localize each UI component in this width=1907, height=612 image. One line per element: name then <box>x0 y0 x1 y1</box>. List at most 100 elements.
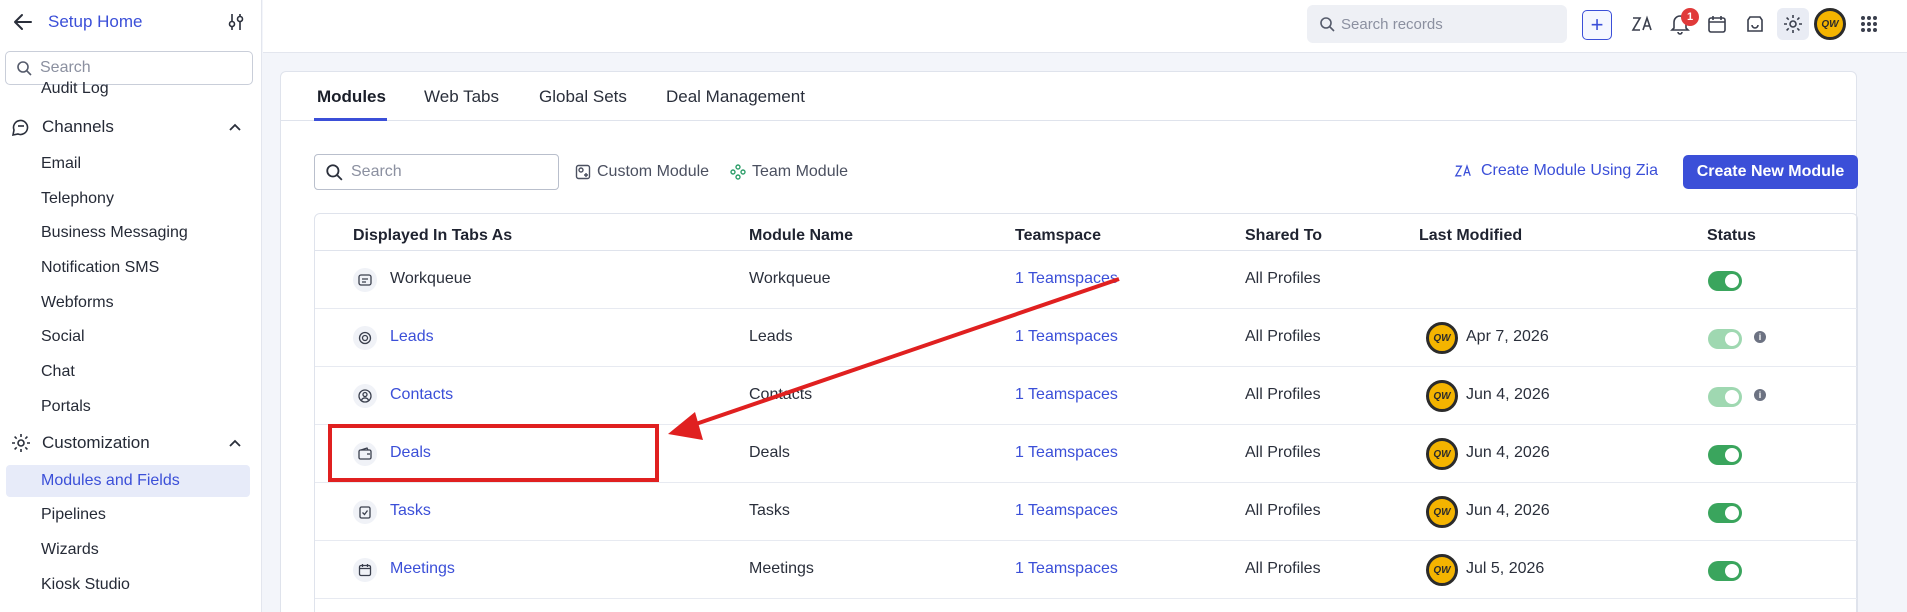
table-row[interactable]: Contacts Contacts 1 Teamspaces All Profi… <box>315 367 1857 425</box>
back-arrow-icon[interactable] <box>12 11 34 33</box>
table-row[interactable]: Workqueue Workqueue 1 Teamspaces All Pro… <box>315 251 1857 309</box>
header-last-modified[interactable]: Last Modified <box>1419 227 1522 245</box>
modules-table: Displayed In Tabs As Module Name Teamspa… <box>314 213 1858 612</box>
channels-label: Channels <box>42 117 114 136</box>
search-records-placeholder: Search records <box>1341 15 1443 33</box>
calendar-icon[interactable] <box>1705 12 1729 36</box>
tab-deal-management[interactable]: Deal Management <box>666 87 805 107</box>
top-bar <box>263 0 1907 53</box>
custom-module-icon <box>575 164 591 180</box>
tab-web-tabs[interactable]: Web Tabs <box>424 87 499 107</box>
sidebar-item-modules-and-fields[interactable]: Modules and Fields <box>41 472 180 490</box>
row-teamspace-link[interactable]: 1 Teamspaces <box>1015 270 1118 288</box>
sidebar-item-telephony[interactable]: Telephony <box>41 190 114 208</box>
row-tab-link[interactable]: Contacts <box>390 386 453 404</box>
customization-gear-icon <box>12 434 30 452</box>
sidebar-header: Setup Home <box>0 0 261 44</box>
search-icon <box>17 61 32 76</box>
modifier-avatar: QW <box>1426 380 1458 412</box>
sidebar-item-pipelines[interactable]: Pipelines <box>41 506 106 524</box>
custom-module-link[interactable]: Custom Module <box>575 163 709 181</box>
contacts-person-icon <box>353 384 377 408</box>
sidebar: Setup Home Search Audit Log Channels Ema… <box>0 0 262 612</box>
marketplace-icon[interactable] <box>1743 12 1767 36</box>
apps-grid-icon[interactable] <box>1857 12 1881 36</box>
search-records-input[interactable]: Search records <box>1307 5 1567 43</box>
sidebar-item-chat[interactable]: Chat <box>41 363 75 381</box>
sidebar-item-notification-sms[interactable]: Notification SMS <box>41 259 159 277</box>
sidebar-item-kiosk-studio[interactable]: Kiosk Studio <box>41 576 130 594</box>
sidebar-search-placeholder: Search <box>40 59 91 76</box>
sidebar-item-social[interactable]: Social <box>41 328 85 346</box>
channels-icon <box>11 119 29 137</box>
row-tab-name: Workqueue <box>390 270 472 287</box>
modifier-avatar: QW <box>1426 322 1458 354</box>
chevron-up-icon[interactable] <box>228 438 242 448</box>
modifier-avatar: QW <box>1426 496 1458 528</box>
row-shared-to: All Profiles <box>1245 560 1321 577</box>
status-toggle-locked <box>1708 387 1742 407</box>
row-last-modified: Jun 4, 2026 <box>1466 502 1550 519</box>
chevron-up-icon[interactable] <box>228 122 242 132</box>
header-shared-to[interactable]: Shared To <box>1245 227 1322 245</box>
header-status[interactable]: Status <box>1707 227 1756 245</box>
settings-gear-icon[interactable] <box>1781 12 1805 36</box>
tab-bar: Modules Web Tabs Global Sets Deal Manage… <box>281 72 1856 121</box>
active-tab-indicator <box>314 118 387 121</box>
row-teamspace-link[interactable]: 1 Teamspaces <box>1015 560 1118 578</box>
filter-settings-icon[interactable] <box>227 12 245 32</box>
setup-home-title[interactable]: Setup Home <box>48 12 143 32</box>
row-teamspace-link[interactable]: 1 Teamspaces <box>1015 502 1118 520</box>
table-row[interactable]: Tasks Tasks 1 Teamspaces All Profiles QW… <box>315 483 1857 541</box>
sidebar-group-customization[interactable]: Customization <box>10 432 242 454</box>
row-tab-link[interactable]: Leads <box>390 328 434 346</box>
row-module-name: Tasks <box>749 502 790 519</box>
table-row[interactable]: Meetings Meetings 1 Teamspaces All Profi… <box>315 541 1857 599</box>
user-avatar[interactable]: QW <box>1814 8 1846 40</box>
row-module-name: Deals <box>749 444 790 461</box>
sidebar-item-portals[interactable]: Portals <box>41 398 91 416</box>
row-tab-link[interactable]: Meetings <box>390 560 455 578</box>
status-toggle[interactable] <box>1708 503 1742 523</box>
status-toggle[interactable] <box>1708 445 1742 465</box>
team-module-label: Team Module <box>752 163 849 180</box>
info-icon[interactable]: i <box>1754 389 1766 401</box>
create-module-zia-link[interactable]: Create Module Using Zia <box>1453 162 1658 180</box>
info-icon[interactable]: i <box>1754 331 1766 343</box>
tab-modules[interactable]: Modules <box>317 87 386 107</box>
zia-icon <box>1454 164 1471 177</box>
team-module-link[interactable]: Team Module <box>730 163 848 181</box>
table-row[interactable]: Leads Leads 1 Teamspaces All Profiles QW… <box>315 309 1857 367</box>
row-last-modified: Apr 7, 2026 <box>1466 328 1549 345</box>
row-last-modified: Jul 5, 2026 <box>1466 560 1545 577</box>
row-teamspace-link[interactable]: 1 Teamspaces <box>1015 444 1118 462</box>
quick-create-button[interactable]: + <box>1582 10 1612 40</box>
header-displayed-in-tabs[interactable]: Displayed In Tabs As <box>353 227 512 245</box>
status-toggle[interactable] <box>1708 561 1742 581</box>
row-shared-to: All Profiles <box>1245 328 1321 345</box>
sidebar-item-wizards[interactable]: Wizards <box>41 541 99 559</box>
row-teamspace-link[interactable]: 1 Teamspaces <box>1015 386 1118 404</box>
custom-module-label: Custom Module <box>597 163 710 180</box>
sidebar-item-audit-log[interactable]: Audit Log <box>41 80 109 98</box>
row-shared-to: All Profiles <box>1245 502 1321 519</box>
meetings-calendar-icon <box>353 558 377 582</box>
header-module-name[interactable]: Module Name <box>749 227 853 245</box>
sidebar-group-channels[interactable]: Channels <box>10 116 242 138</box>
tab-global-sets[interactable]: Global Sets <box>539 87 627 107</box>
sidebar-item-email[interactable]: Email <box>41 155 81 173</box>
sidebar-item-webforms[interactable]: Webforms <box>41 294 114 312</box>
sidebar-item-business-messaging[interactable]: Business Messaging <box>41 224 188 242</box>
row-module-name: Workqueue <box>749 270 831 287</box>
status-toggle[interactable] <box>1708 271 1742 291</box>
header-teamspace[interactable]: Teamspace <box>1015 227 1101 245</box>
workqueue-icon <box>353 268 377 292</box>
row-teamspace-link[interactable]: 1 Teamspaces <box>1015 328 1118 346</box>
row-tab-link[interactable]: Tasks <box>390 502 431 520</box>
annotation-highlight-box <box>328 424 659 482</box>
zia-icon[interactable] <box>1630 12 1654 36</box>
modules-search-input[interactable]: Search <box>314 154 559 190</box>
create-new-module-button[interactable]: Create New Module <box>1683 155 1858 189</box>
notification-count-badge: 1 <box>1681 8 1699 26</box>
modules-panel: Modules Web Tabs Global Sets Deal Manage… <box>280 71 1858 612</box>
